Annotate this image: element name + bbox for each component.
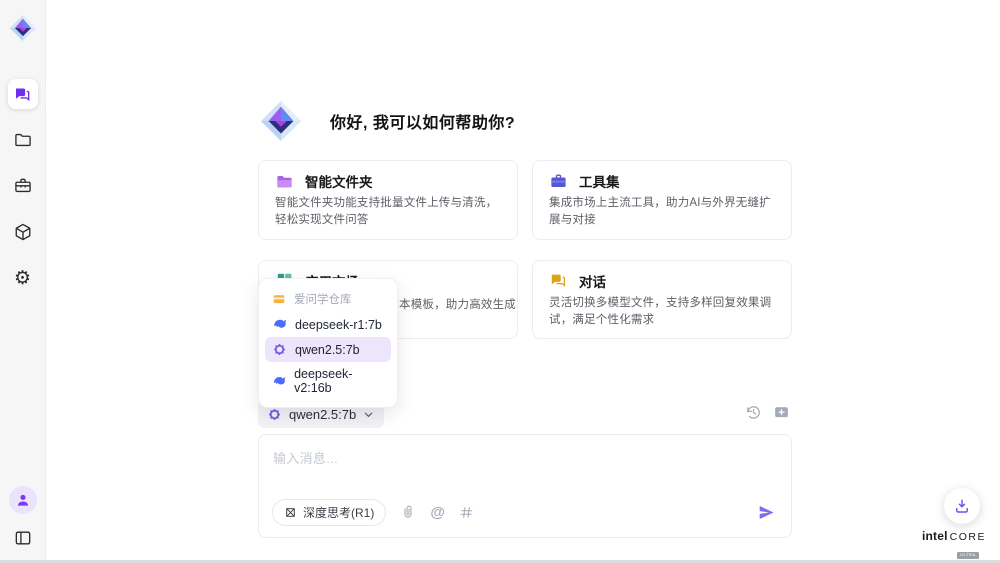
- hash-button[interactable]: [459, 505, 474, 520]
- qwen-icon: [272, 342, 287, 357]
- sidebar-item-folders[interactable]: [8, 125, 38, 155]
- intel-wordmark: intel: [922, 529, 948, 543]
- mention-button[interactable]: @: [430, 505, 445, 520]
- app-logo[interactable]: [8, 13, 38, 43]
- model-option-label: deepseek-v2:16b: [294, 367, 384, 395]
- deepseek-whale-icon: [272, 317, 287, 332]
- greeting-logo-icon: [258, 98, 304, 144]
- repository-icon: [272, 292, 286, 306]
- chevron-down-icon: [363, 409, 374, 420]
- history-button[interactable]: [745, 404, 762, 421]
- intel-core-badge: intelcore ultra: [921, 529, 987, 561]
- chat-tools: [745, 404, 790, 421]
- new-chat-icon: [773, 404, 790, 421]
- greeting-text: 你好, 我可以如何帮助你?: [330, 109, 515, 133]
- sidebar-item-toolbox[interactable]: [8, 171, 38, 201]
- sidebar: ⚙: [0, 0, 46, 563]
- send-icon: [757, 503, 776, 522]
- card-description: 集成市场上主流工具，助力AI与外界无缝扩展与对接: [549, 195, 775, 230]
- model-option-deepseek-r1[interactable]: deepseek-r1:7b: [265, 312, 391, 337]
- sidebar-item-settings[interactable]: ⚙: [8, 263, 38, 293]
- cube-icon: [13, 222, 33, 242]
- model-option-label: deepseek-r1:7b: [295, 318, 382, 332]
- user-icon: [15, 492, 31, 508]
- model-option-deepseek-v2[interactable]: deepseek-v2:16b: [265, 362, 391, 400]
- briefcase-icon: [13, 176, 33, 196]
- card-dialog[interactable]: 对话 灵活切换多模型文件，支持多样回复效果调试，满足个性化需求: [532, 260, 792, 340]
- model-option-qwen[interactable]: qwen2.5:7b: [265, 337, 391, 362]
- qwen-icon: [267, 407, 282, 422]
- sidebar-toggle-button[interactable]: [8, 523, 38, 553]
- card-description: 智能文件夹功能支持批量文件上传与清洗，轻松实现文件问答: [275, 195, 501, 230]
- gear-icon: ⚙: [14, 269, 31, 288]
- card-smart-folder[interactable]: 智能文件夹 智能文件夹功能支持批量文件上传与清洗，轻松实现文件问答: [258, 160, 518, 240]
- sidebar-nav: ⚙: [8, 79, 38, 293]
- history-icon: [745, 404, 762, 421]
- hash-icon: [459, 505, 474, 520]
- model-menu-group-text: 爱问学仓库: [294, 291, 352, 307]
- download-icon: [953, 497, 971, 515]
- paperclip-icon: [400, 505, 416, 521]
- intel-ultra-badge: ultra: [957, 552, 979, 559]
- folder-icon: [13, 130, 33, 150]
- card-title: 工具集: [579, 171, 620, 191]
- new-chat-button[interactable]: [773, 404, 790, 421]
- main-content: 你好, 我可以如何帮助你? 智能文件夹 智能文件夹功能支持批量文件上传与清洗，轻…: [258, 0, 792, 563]
- send-button[interactable]: [757, 503, 776, 522]
- download-fab[interactable]: [944, 488, 980, 524]
- deep-think-label: 深度思考(R1): [303, 504, 374, 521]
- app-logo-icon: [8, 13, 38, 43]
- chat-icon: [13, 85, 32, 104]
- greeting: 你好, 我可以如何帮助你?: [258, 98, 515, 144]
- core-wordmark: core: [950, 531, 986, 543]
- model-dropdown-menu: 爱问学仓库 deepseek-r1:7b qwen2.5:7b deepseek…: [258, 278, 398, 408]
- card-description-partial: 本模板，助力高效生成多: [399, 297, 517, 314]
- folder-icon: [275, 172, 294, 191]
- deepseek-whale-icon: [272, 374, 286, 389]
- card-toolset[interactable]: 工具集 集成市场上主流工具，助力AI与外界无缝扩展与对接: [532, 160, 792, 240]
- message-composer: 深度思考(R1) @: [258, 434, 792, 538]
- card-description: 灵活切换多模型文件，支持多样回复效果调试，满足个性化需求: [549, 295, 775, 330]
- deep-think-icon: [284, 506, 297, 519]
- model-selector-label: qwen2.5:7b: [289, 407, 356, 422]
- user-avatar-button[interactable]: [9, 486, 37, 514]
- model-option-label: qwen2.5:7b: [295, 343, 360, 357]
- chat-bubbles-icon: [549, 271, 568, 290]
- attach-file-button[interactable]: [400, 505, 416, 521]
- model-menu-group-label: 爱问学仓库: [265, 286, 391, 312]
- sidebar-toggle-icon: [13, 528, 33, 548]
- card-title: 智能文件夹: [305, 171, 373, 191]
- sidebar-bottom: [8, 486, 38, 553]
- message-input[interactable]: [259, 435, 791, 497]
- sidebar-item-models[interactable]: [8, 217, 38, 247]
- sidebar-item-chat[interactable]: [8, 79, 38, 109]
- briefcase-icon: [549, 172, 568, 191]
- composer-toolbar: 深度思考(R1) @: [272, 499, 776, 526]
- card-title: 对话: [579, 271, 606, 291]
- deep-think-toggle[interactable]: 深度思考(R1): [272, 499, 386, 526]
